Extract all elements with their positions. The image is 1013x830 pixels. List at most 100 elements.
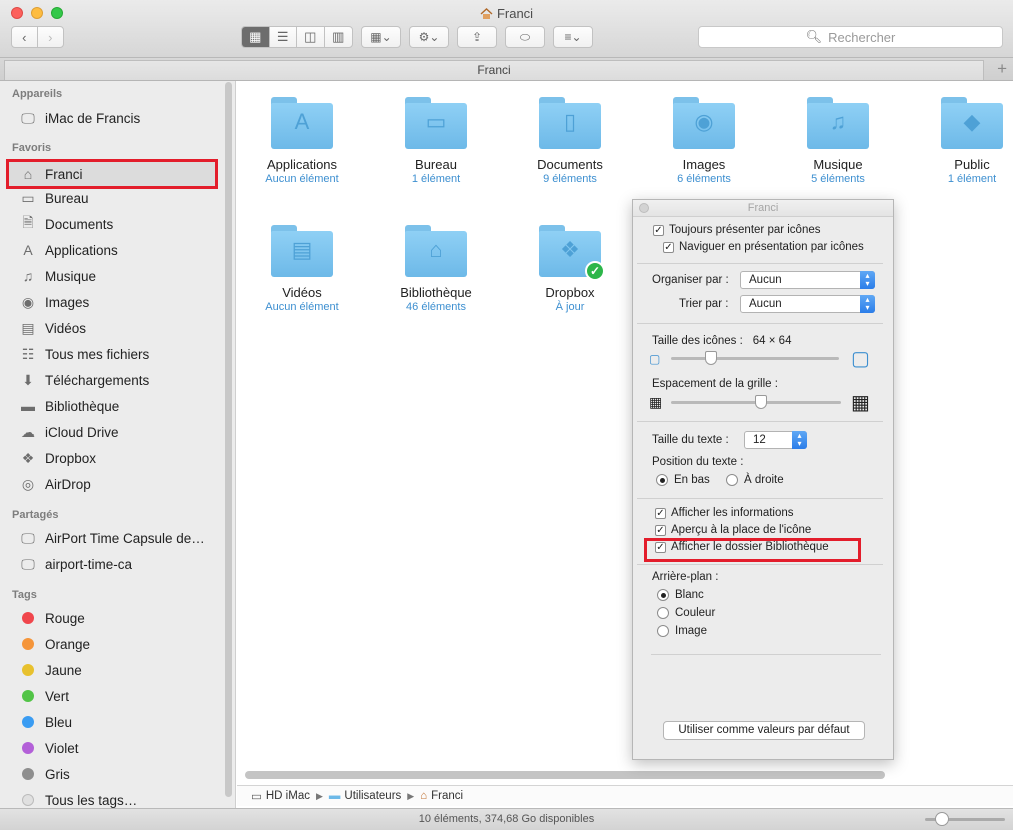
file-item-library[interactable]: ⌂ Bibliothèque 46 éléments — [371, 225, 501, 313]
applications-icon: A — [294, 109, 310, 134]
icon-view-button[interactable]: ▦ — [242, 27, 270, 47]
file-item-dropbox[interactable]: ❖ ✓ Dropbox À jour — [505, 225, 635, 313]
file-item-documents[interactable]: ▯ Documents 9 éléments — [505, 97, 635, 185]
sidebar-item-airport-ca[interactable]: 🖵︎ airport-time-ca — [18, 553, 132, 575]
arrange-popup[interactable]: Aucun ▴ ▾ — [740, 271, 875, 289]
sidebar-item-icloud[interactable]: ☁︎ iCloud Drive — [18, 421, 119, 443]
sidebar-item-documents[interactable]: 🗎︎ Documents — [18, 213, 113, 235]
sidebar-item-label: iMac de Francis — [45, 110, 141, 126]
icon-size-value: 64 × 64 — [752, 335, 792, 347]
sidebar-item-franci[interactable]: ⌂ Franci — [6, 159, 218, 189]
panel-close-button[interactable] — [639, 203, 649, 213]
new-tab-button[interactable]: + — [997, 59, 1007, 79]
file-item-images[interactable]: ◉ Images 6 éléments — [639, 97, 769, 185]
share-button[interactable]: ⇪ — [457, 26, 497, 48]
back-button[interactable]: ‹ — [12, 27, 38, 47]
sidebar-item-dropbox[interactable]: ❖ Dropbox — [18, 447, 96, 469]
sidebar-tag-jaune[interactable]: Jaune — [18, 659, 82, 681]
sidebar-item-images[interactable]: ◉ Images — [18, 291, 89, 313]
file-item-applications[interactable]: A Applications Aucun élément — [237, 97, 367, 185]
purple-dot-icon — [22, 742, 34, 754]
path-bar: ▭ HD iMac ▶ ▬ Utilisateurs ▶ ⌂ Franci — [237, 785, 1013, 806]
sidebar-tag-gris[interactable]: Gris — [18, 763, 70, 785]
file-item-musique[interactable]: ♫ Musique 5 éléments — [773, 97, 903, 185]
coverflow-icon: ▥ — [332, 29, 345, 44]
dropbox-icon: ❖ — [21, 449, 35, 466]
sidebar-item-imac[interactable]: 🖵︎ iMac de Francis — [18, 107, 140, 129]
sidebar-item-musique[interactable]: ♫ Musique — [18, 265, 96, 287]
path-label: HD iMac — [265, 790, 310, 802]
file-item-bureau[interactable]: ▭ Bureau 1 élément — [371, 97, 501, 185]
sidebar-item-label: Franci — [45, 166, 83, 182]
file-browser: A Applications Aucun élément ▭ Bureau 1 … — [237, 81, 1013, 810]
path-item-users[interactable]: ▬ Utilisateurs — [329, 790, 401, 802]
path-item-franci[interactable]: ⌂ Franci — [420, 790, 463, 802]
sidebar-tag-orange[interactable]: Orange — [18, 633, 90, 655]
text-position-bottom-radio[interactable]: En bas — [656, 474, 710, 486]
search-placeholder: Rechercher — [828, 29, 896, 45]
sidebar-item-videos[interactable]: ▤ Vidéos — [18, 317, 86, 339]
sidebar-item-label: Documents — [45, 216, 114, 232]
preview-icon-checkbox[interactable]: ✓ Aperçu à la place de l'icône — [655, 524, 811, 536]
path-label: Franci — [431, 790, 464, 802]
sidebar-item-label: Applications — [45, 242, 118, 258]
file-item-public[interactable]: ◆ Public 1 élément — [907, 97, 1013, 185]
home-icon: ⌂ — [420, 790, 428, 802]
sidebar-item-label: Musique — [45, 268, 97, 284]
list-icon: ☰ — [276, 29, 289, 44]
sidebar-item-label: iCloud Drive — [45, 424, 119, 440]
action-menu-button[interactable]: ⚙⌄ — [409, 26, 449, 48]
sidebar-item-applications[interactable]: A Applications — [18, 239, 118, 261]
tab-franci[interactable]: Franci — [4, 60, 984, 80]
sort-menu-button[interactable]: ≡⌄ — [553, 26, 593, 48]
radio-icon — [657, 607, 669, 619]
path-item-hd[interactable]: ▭ HD iMac — [251, 789, 310, 803]
background-color-radio[interactable]: Couleur — [657, 607, 715, 619]
use-as-defaults-button[interactable]: Utiliser comme valeurs par défaut — [663, 721, 865, 740]
horizontal-scrollbar[interactable] — [245, 771, 885, 779]
text-size-popup[interactable]: 12 ▴ ▾ — [744, 431, 807, 449]
sidebar-item-library[interactable]: ▬ Bibliothèque — [18, 395, 119, 417]
text-size-label: Taille du texte : — [652, 434, 729, 446]
sidebar-tag-vert[interactable]: Vert — [18, 685, 69, 707]
search-field[interactable]: 🔍︎ Rechercher — [698, 26, 1003, 48]
text-position-right-radio[interactable]: À droite — [726, 474, 784, 486]
sidebar-item-bureau[interactable]: ▭ Bureau — [18, 187, 88, 209]
list-view-button[interactable]: ☰ — [270, 27, 297, 47]
sidebar-item-label: airport-time-ca — [45, 556, 133, 572]
path-separator-icon: ▶ — [407, 790, 415, 801]
show-info-checkbox[interactable]: ✓ Afficher les informations — [655, 507, 794, 519]
coverflow-view-button[interactable]: ▥ — [325, 27, 352, 47]
sidebar-item-label: Téléchargements — [45, 372, 150, 388]
share-icon: ⇪ — [471, 30, 483, 44]
tags-button[interactable]: ⬭ — [505, 26, 545, 48]
icon-zoom-slider-knob[interactable] — [935, 812, 949, 826]
sort-label: Trier par : — [679, 298, 729, 310]
sidebar-tag-bleu[interactable]: Bleu — [18, 711, 72, 733]
sidebar-tag-violet[interactable]: Violet — [18, 737, 79, 759]
sidebar-item-airport-capsule[interactable]: 🖵︎ AirPort Time Capsule de… — [18, 527, 205, 549]
cloud-icon: ☁︎ — [21, 423, 35, 440]
grid-spacing-slider-knob[interactable] — [755, 395, 768, 409]
sidebar-item-all-files[interactable]: ☷ Tous mes fichiers — [18, 343, 150, 365]
sidebar-item-airdrop[interactable]: ◎ AirDrop — [18, 473, 91, 495]
sidebar: Appareils 🖵︎ iMac de Francis Favoris ⌂ Fra… — [0, 81, 236, 810]
file-name: Images — [682, 157, 726, 172]
radio-label: Blanc — [675, 589, 704, 601]
sidebar-tag-rouge[interactable]: Rouge — [18, 607, 85, 629]
arrange-menu-button[interactable]: ▦⌄ — [361, 26, 401, 48]
icon-size-slider-knob[interactable] — [705, 351, 718, 365]
file-name: Musique — [813, 157, 863, 172]
radio-icon — [657, 625, 669, 637]
background-white-radio[interactable]: Blanc — [657, 589, 704, 601]
icon-size-slider[interactable] — [671, 357, 839, 360]
file-item-videos[interactable]: ▤ Vidéos Aucun élément — [237, 225, 367, 313]
sidebar-item-downloads[interactable]: ⬇ Téléchargements — [18, 369, 149, 391]
column-view-button[interactable]: ◫ — [297, 27, 325, 47]
forward-button[interactable]: › — [38, 27, 63, 47]
browse-icons-checkbox[interactable]: ✓ Naviguer en présentation par icônes — [663, 241, 864, 253]
background-image-radio[interactable]: Image — [657, 625, 707, 637]
sort-popup[interactable]: Aucun ▴ ▾ — [740, 295, 875, 313]
always-icons-checkbox[interactable]: ✓ Toujours présenter par icônes — [653, 224, 821, 236]
sidebar-scrollbar[interactable] — [225, 82, 232, 797]
